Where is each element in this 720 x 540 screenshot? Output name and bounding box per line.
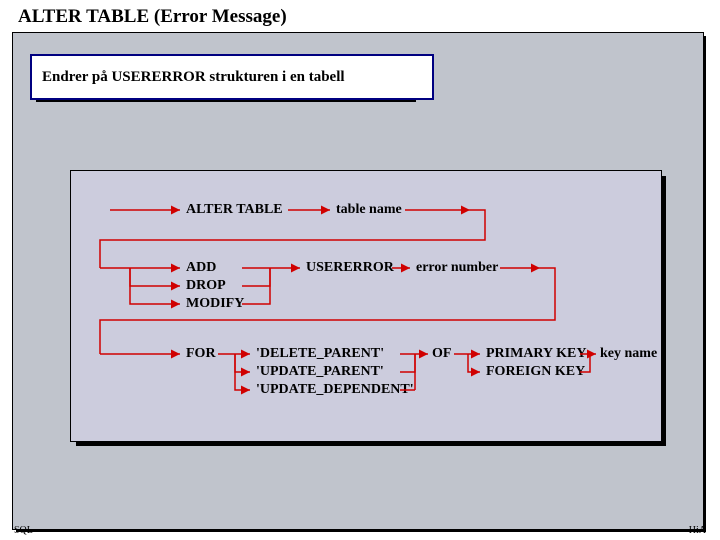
kw-usererror: USERERROR bbox=[306, 260, 394, 276]
arg-error-number: error number bbox=[416, 260, 498, 276]
arg-table-name: table name bbox=[336, 202, 402, 218]
footer-left: SQL bbox=[14, 525, 33, 536]
evt-update-parent: 'UPDATE_PARENT' bbox=[256, 364, 384, 380]
note-box: Endrer på USERERROR strukturen i en tabe… bbox=[30, 54, 434, 100]
footer-right: HiA bbox=[689, 525, 706, 536]
opt-modify: MODIFY bbox=[186, 296, 244, 312]
key-foreign: FOREIGN KEY bbox=[486, 364, 585, 380]
note-text: Endrer på USERERROR strukturen i en tabe… bbox=[42, 69, 345, 86]
key-primary: PRIMARY KEY bbox=[486, 346, 586, 362]
arg-key-name: key name bbox=[600, 346, 657, 362]
opt-add: ADD bbox=[186, 260, 216, 276]
kw-of: OF bbox=[432, 346, 451, 362]
evt-update-dependent: 'UPDATE_DEPENDENT' bbox=[256, 382, 414, 398]
kw-alter-table: ALTER TABLE bbox=[186, 202, 283, 218]
page-title: ALTER TABLE (Error Message) bbox=[18, 6, 287, 28]
evt-delete-parent: 'DELETE_PARENT' bbox=[256, 346, 384, 362]
opt-drop: DROP bbox=[186, 278, 226, 294]
kw-for: FOR bbox=[186, 346, 216, 362]
